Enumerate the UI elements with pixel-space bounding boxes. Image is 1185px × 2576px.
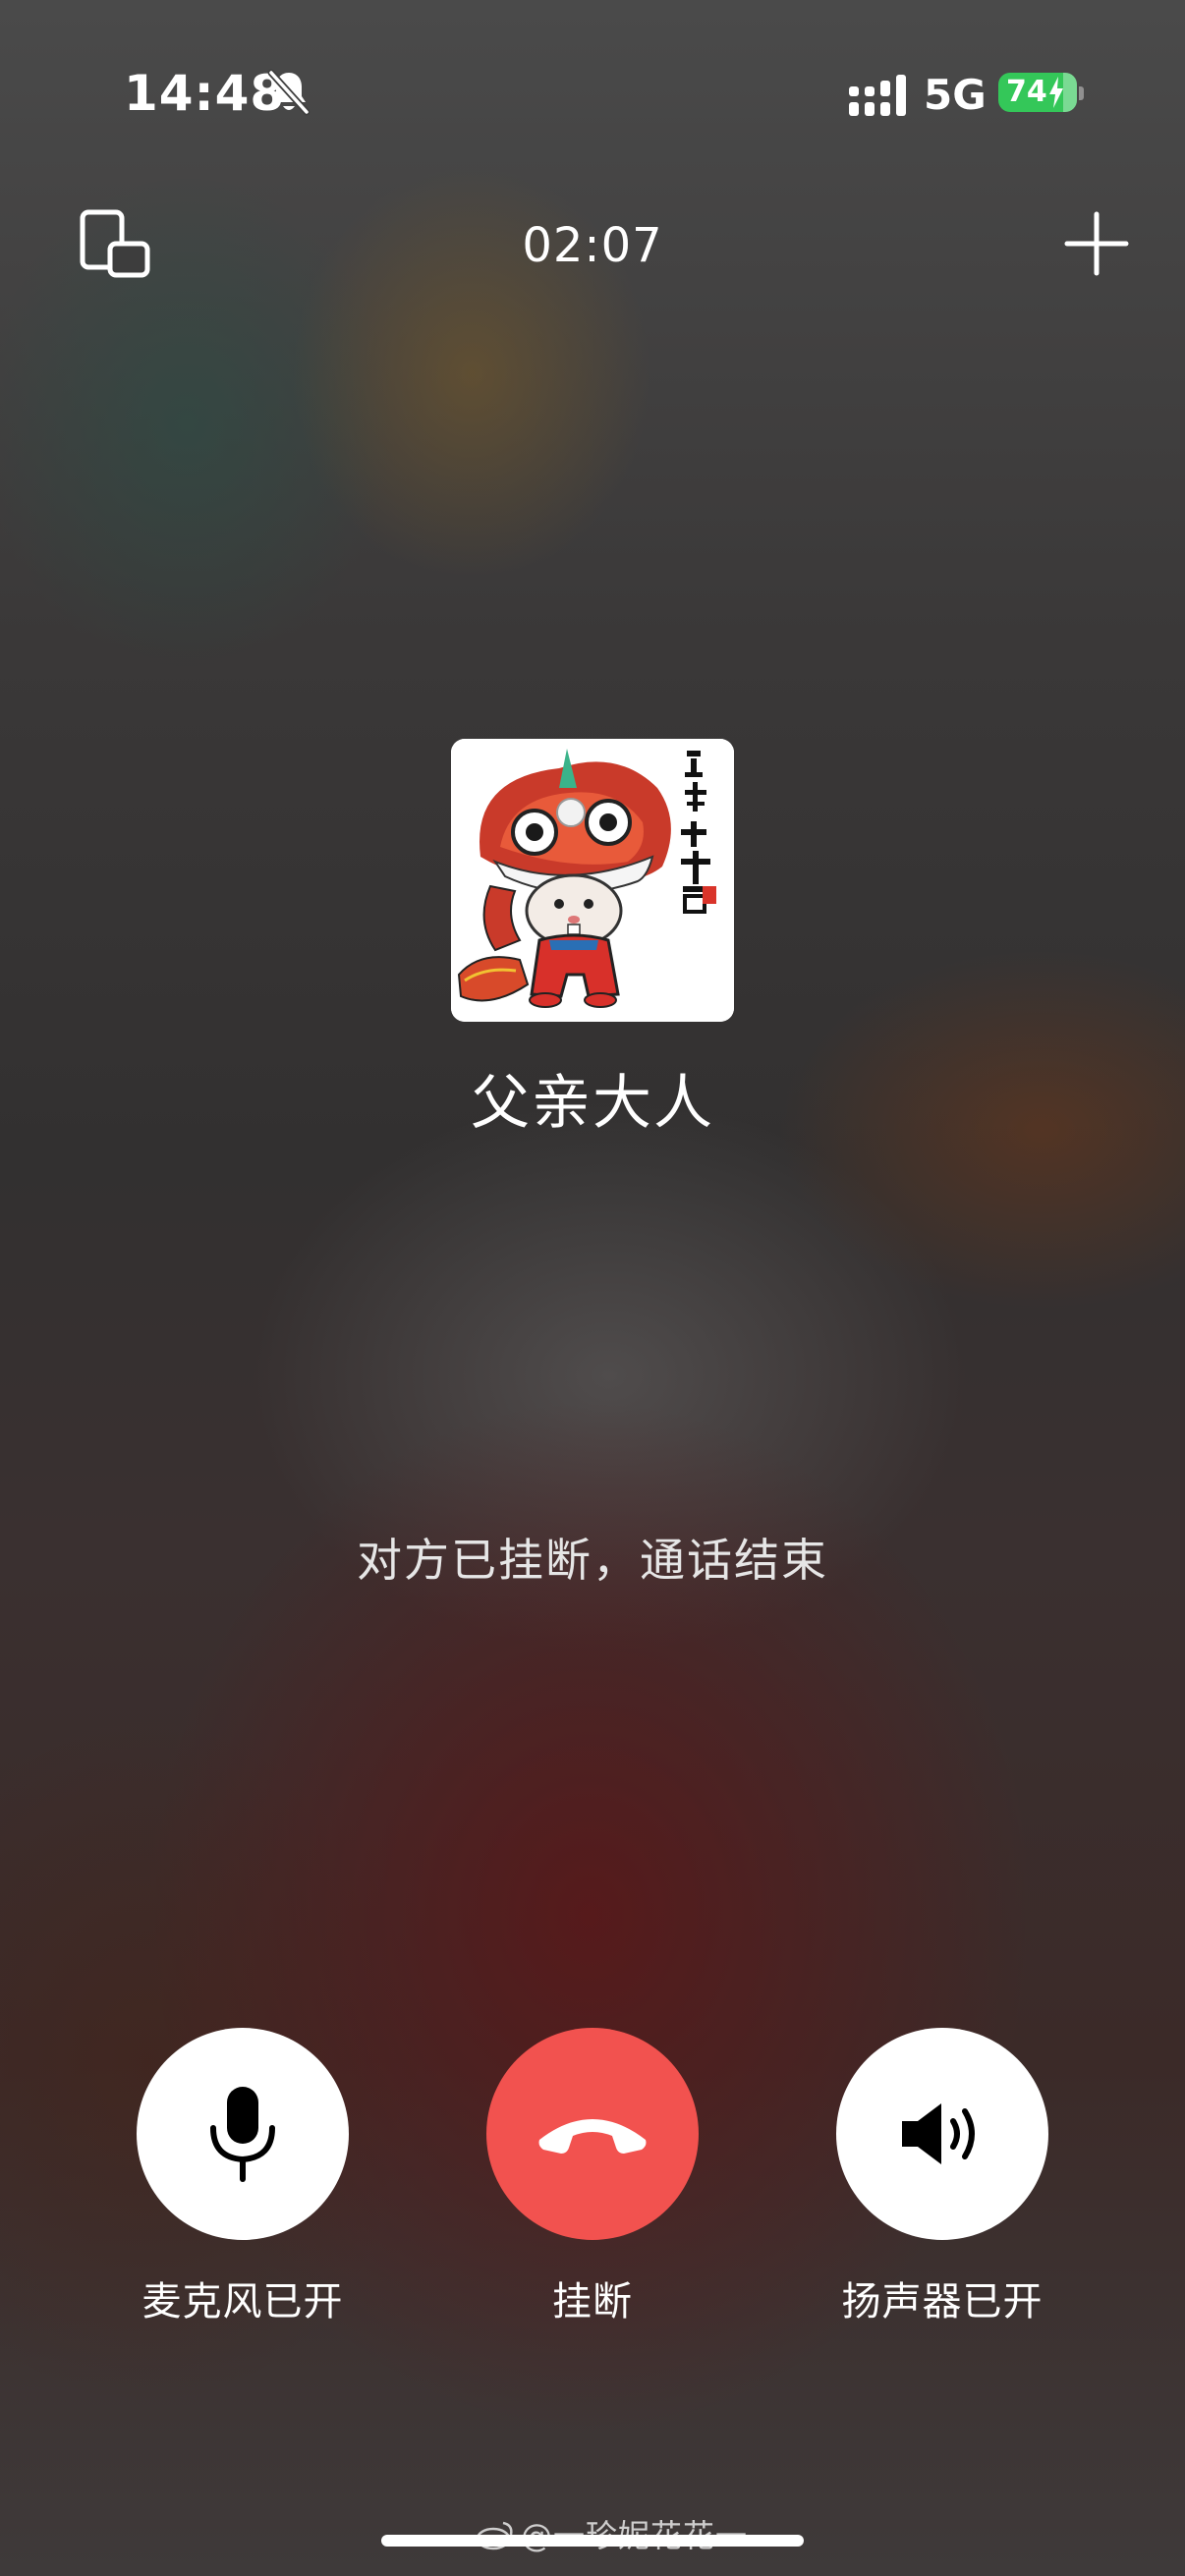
weibo-icon bbox=[476, 2521, 513, 2550]
hangup-label: 挂断 bbox=[552, 2279, 633, 2324]
watermark: @一珍妮花花一 bbox=[476, 2511, 748, 2556]
microphone-control: 麦克风已开 bbox=[137, 2028, 349, 2326]
hangup-button[interactable] bbox=[486, 2028, 699, 2240]
contact-name: 父亲大人 bbox=[471, 1069, 714, 1138]
speaker-button[interactable] bbox=[836, 2028, 1048, 2240]
status-time: 14:48 bbox=[124, 65, 286, 122]
microphone-button[interactable] bbox=[137, 2028, 349, 2240]
avatar bbox=[451, 739, 734, 1022]
watermark-text: @一珍妮花花一 bbox=[521, 2517, 749, 2554]
add-participant-icon[interactable] bbox=[1061, 208, 1132, 279]
bolt-icon bbox=[1049, 77, 1063, 108]
battery-level: 74 bbox=[1006, 75, 1047, 109]
microphone-label: 麦克风已开 bbox=[141, 2279, 344, 2324]
hangup-control: 挂断 bbox=[486, 2028, 699, 2326]
speaker-label: 扬声器已开 bbox=[841, 2279, 1044, 2324]
microphone-icon bbox=[210, 2087, 275, 2182]
signal-icon bbox=[849, 75, 906, 116]
speaker-control: 扬声器已开 bbox=[836, 2028, 1048, 2326]
phone-hangup-icon bbox=[538, 2119, 647, 2154]
call-status-message: 对方已挂断，通话结束 bbox=[357, 1534, 828, 1587]
bell-off-icon bbox=[267, 69, 310, 116]
battery-cap bbox=[1079, 86, 1084, 100]
status-bar: 14:48 5G 74 bbox=[0, 59, 1185, 128]
call-timer: 02:07 bbox=[522, 218, 663, 273]
lion-dance-mouse-illustration bbox=[451, 739, 734, 1022]
minimize-window-icon[interactable] bbox=[79, 208, 153, 283]
battery-empty-portion bbox=[1063, 73, 1077, 112]
network-type: 5G bbox=[924, 71, 987, 119]
speaker-icon bbox=[902, 2103, 975, 2164]
call-screen: 14:48 5G 74 02:07 父亲大人 对方已挂断，通话结束 麦克风已开 … bbox=[0, 0, 1185, 2576]
